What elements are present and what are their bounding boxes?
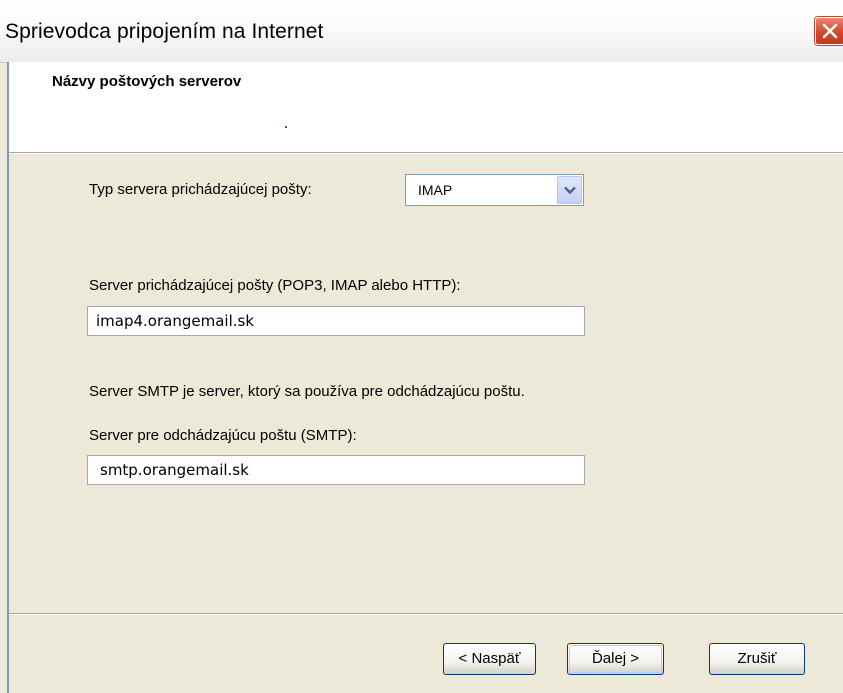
cancel-button[interactable]: Zrušiť [709, 643, 805, 675]
back-button-label: < Naspäť [458, 650, 521, 667]
next-button[interactable]: Ďalej > [567, 643, 664, 675]
window-title: Sprievodca pripojením na Internet [5, 20, 324, 43]
window-border [7, 62, 9, 693]
footer-divider-highlight [9, 614, 843, 615]
wizard-window: Sprievodca pripojením na Internet Názvy … [0, 0, 843, 693]
incoming-server-label: Server prichádzajúcej pošty (POP3, IMAP … [89, 277, 461, 294]
wizard-header: Názvy poštových serverov [9, 62, 843, 152]
title-bar[interactable]: Sprievodca pripojením na Internet [0, 0, 843, 63]
page-title: Názvy poštových serverov [52, 73, 242, 90]
cancel-button-label: Zrušiť [737, 650, 777, 667]
server-type-select[interactable]: IMAP [405, 174, 584, 206]
header-divider-highlight [9, 153, 843, 154]
incoming-server-input[interactable]: imap4.orangemail.sk [87, 306, 585, 336]
smtp-info-text: Server SMTP je server, ktorý sa používa … [89, 383, 525, 400]
close-icon [822, 23, 838, 39]
server-type-value: IMAP [418, 182, 453, 198]
close-button[interactable] [815, 17, 843, 45]
outgoing-server-label: Server pre odchádzajúcu poštu (SMTP): [89, 427, 357, 444]
server-type-label: Typ servera prichádzajúcej pošty: [89, 181, 312, 198]
chevron-down-icon [564, 186, 576, 195]
header-decoration [285, 126, 287, 128]
outgoing-server-input[interactable]: smtp.orangemail.sk [87, 455, 585, 485]
next-button-label: Ďalej > [591, 650, 640, 667]
back-button[interactable]: < Naspäť [443, 643, 536, 675]
dropdown-button[interactable] [557, 176, 582, 204]
